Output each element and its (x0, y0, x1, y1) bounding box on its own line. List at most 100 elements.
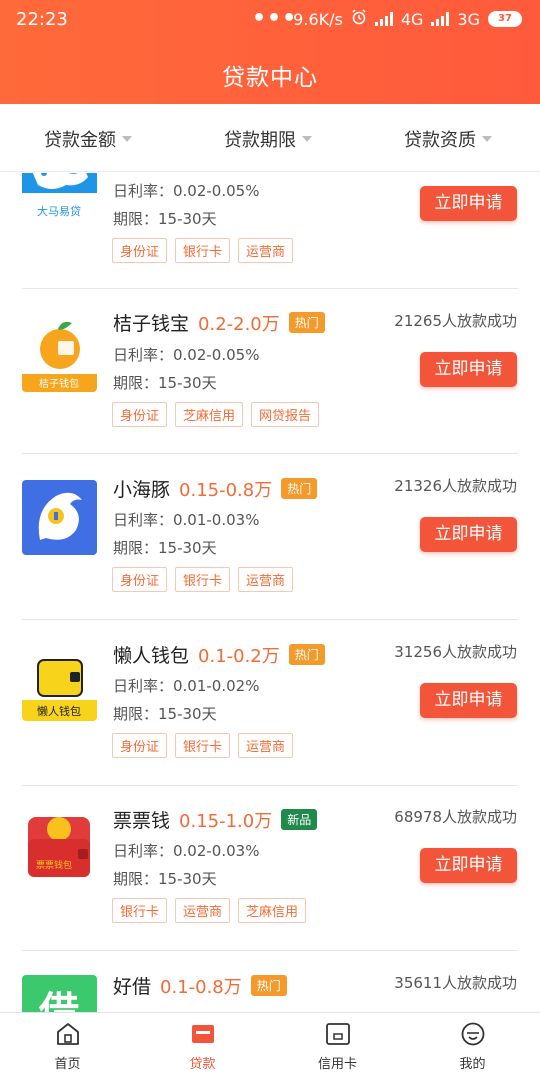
hot-badge: 热门 (250, 975, 287, 996)
svg-text:桔子钱包: 桔子钱包 (39, 377, 79, 390)
filter-qualification-label: 贷款资质 (404, 130, 476, 151)
page-title: 贷款中心 (222, 65, 318, 91)
success-count: 21326人放款成功 (394, 477, 517, 495)
hot-badge: 热门 (288, 644, 325, 665)
tag: 网贷报告 (251, 402, 320, 427)
more-notifications-icon: ••• (252, 6, 298, 31)
status-bar: 22:23 ••• 9.6K/s 4G 3G 37 (0, 0, 540, 38)
daily-rate: 日利率：0.02-0.05% (113, 346, 260, 364)
bottom-tab-bar: 首页 贷款 信用卡 我的 (0, 1012, 540, 1080)
daily-rate: 日利率：0.02-0.05% (113, 182, 260, 200)
apply-button[interactable]: 立即申请 (420, 848, 517, 883)
status-right: 9.6K/s 4G 3G 37 (293, 9, 522, 29)
tab-profile[interactable]: 我的 (405, 1013, 540, 1080)
tab-profile-label: 我的 (459, 1057, 486, 1072)
tag: 银行卡 (175, 567, 231, 592)
loan-amount: 0.15-1.0万 (179, 810, 273, 832)
loan-card[interactable]: 票票钱包 票票钱 0.15-1.0万 新品 68978人放款成功 日利率：0.0… (0, 785, 540, 951)
signal-icon-2 (431, 12, 450, 26)
success-count: 68978人放款成功 (394, 808, 517, 826)
tag: 芝麻信用 (175, 402, 244, 427)
apply-button[interactable]: 立即申请 (420, 352, 517, 387)
loan-title-row: 票票钱 0.15-1.0万 新品 (113, 806, 318, 833)
success-count: 31256人放款成功 (394, 643, 517, 661)
filter-qualification[interactable]: 贷款资质 (404, 126, 492, 152)
apply-button[interactable]: 立即申请 (420, 186, 517, 221)
caret-down-icon (302, 136, 312, 142)
tab-credit-card-label: 信用卡 (317, 1057, 357, 1072)
svg-text:大马易贷: 大马易贷 (37, 204, 81, 218)
loan-name: 好借 (113, 976, 152, 998)
signal-icon-1 (374, 12, 393, 26)
network-type-1: 4G (400, 9, 424, 29)
tag: 银行卡 (112, 898, 168, 923)
tag: 运营商 (175, 898, 231, 923)
requirement-tags: 银行卡 运营商 芝麻信用 (112, 898, 307, 923)
svg-text:懒人钱包: 懒人钱包 (37, 704, 81, 718)
caret-down-icon (122, 136, 132, 142)
network-speed: 9.6K/s (293, 9, 343, 29)
filter-bar: 贷款金额 贷款期限 贷款资质 (0, 104, 540, 172)
tag: 运营商 (238, 238, 294, 263)
hot-badge: 热门 (288, 312, 325, 333)
svg-text:票票钱包: 票票钱包 (36, 859, 72, 871)
hot-badge: 热门 (281, 478, 318, 499)
tab-home-label: 首页 (54, 1057, 81, 1072)
loan-card[interactable]: 借 好借 0.1-0.8万 热门 35611人放款成功 (0, 951, 540, 1012)
daily-rate: 日利率：0.01-0.03% (113, 511, 260, 529)
tab-credit-card[interactable]: 信用卡 (270, 1013, 405, 1080)
tag: 银行卡 (175, 733, 231, 758)
tag: 身份证 (112, 567, 168, 592)
loan-list[interactable]: 大马易贷 日利率：0.02-0.05% 期限：15-30天 身份证 银行卡 运营… (0, 173, 540, 1012)
home-icon (57, 1023, 79, 1045)
tag: 运营商 (238, 733, 294, 758)
term: 期限：15-30天 (113, 705, 217, 723)
tab-loan-label: 贷款 (189, 1057, 216, 1072)
loan-name: 桔子钱宝 (113, 313, 190, 335)
loan-title-row: 懒人钱包 0.1-0.2万 热门 (113, 641, 325, 668)
filter-amount[interactable]: 贷款金额 (44, 126, 132, 152)
term: 期限：15-30天 (113, 870, 217, 888)
requirement-tags: 身份证 银行卡 运营商 (112, 733, 294, 758)
svg-text:借: 借 (38, 989, 79, 1012)
wallet-logo-icon: 懒人钱包 (22, 646, 97, 721)
requirement-tags: 身份证 银行卡 运营商 (112, 238, 294, 263)
apply-button[interactable]: 立即申请 (420, 683, 517, 718)
tag: 银行卡 (175, 238, 231, 263)
loan-name: 懒人钱包 (113, 645, 190, 667)
success-count: 21265人放款成功 (394, 312, 517, 330)
tab-loan[interactable]: 贷款 (135, 1013, 270, 1080)
tab-home[interactable]: 首页 (0, 1013, 135, 1080)
daily-rate: 日利率：0.01-0.02% (113, 677, 260, 695)
profile-icon (461, 1022, 485, 1046)
loan-card[interactable]: 小海豚 0.15-0.8万 热门 21326人放款成功 日利率：0.01-0.0… (0, 454, 540, 620)
requirement-tags: 身份证 银行卡 运营商 (112, 567, 294, 592)
dolphin-logo-icon (22, 480, 97, 555)
orange-logo-icon: 桔子钱包 (22, 317, 97, 392)
tag: 芝麻信用 (238, 898, 307, 923)
loan-icon (192, 1025, 214, 1043)
new-badge: 新品 (281, 809, 318, 830)
loan-card[interactable]: 大马易贷 日利率：0.02-0.05% 期限：15-30天 身份证 银行卡 运营… (0, 173, 540, 289)
tag: 运营商 (238, 567, 294, 592)
tag: 身份证 (112, 402, 168, 427)
loan-card[interactable]: 懒人钱包 懒人钱包 0.1-0.2万 热门 31256人放款成功 日利率：0.0… (0, 620, 540, 786)
filter-term-label: 贷款期限 (224, 130, 296, 151)
alarm-icon (351, 9, 367, 29)
network-type-2: 3G (457, 9, 480, 29)
loan-card[interactable]: 桔子钱包 桔子钱宝 0.2-2.0万 热门 21265人放款成功 日利率：0.0… (0, 289, 540, 454)
loan-name: 票票钱 (113, 810, 171, 832)
loan-title-row: 小海豚 0.15-0.8万 热门 (113, 475, 318, 502)
loan-title-row: 桔子钱宝 0.2-2.0万 热门 (113, 309, 325, 336)
term: 期限：15-30天 (113, 210, 217, 228)
red-wallet-logo-icon: 票票钱包 (22, 809, 97, 884)
requirement-tags: 身份证 芝麻信用 网贷报告 (112, 402, 320, 427)
term: 期限：15-30天 (113, 539, 217, 557)
caret-down-icon (482, 136, 492, 142)
apply-button[interactable]: 立即申请 (420, 517, 517, 552)
loan-amount: 0.2-2.0万 (198, 313, 280, 335)
horse-logo-icon: 大马易贷 (22, 173, 97, 223)
term: 期限：15-30天 (113, 374, 217, 392)
green-logo-icon: 借 (22, 975, 97, 1012)
filter-term[interactable]: 贷款期限 (224, 126, 312, 152)
